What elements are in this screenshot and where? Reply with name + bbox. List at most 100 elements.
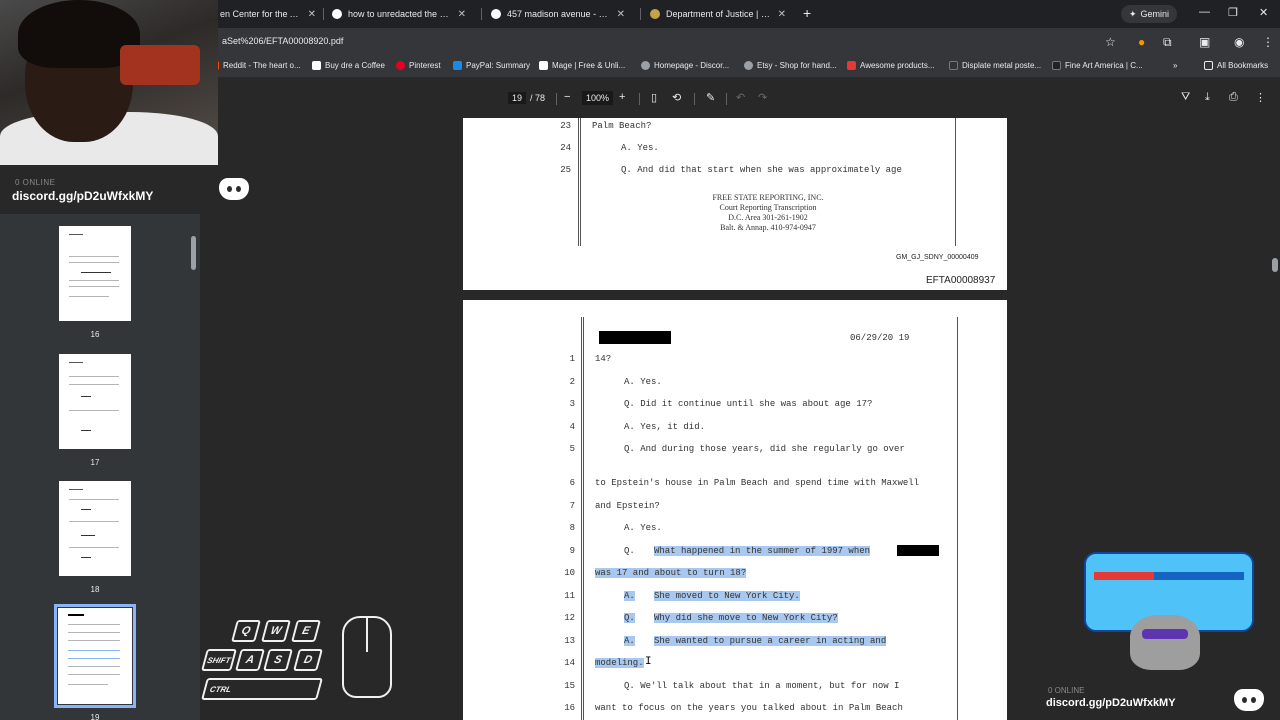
line-number: 1 [569, 354, 575, 364]
minimize-icon[interactable]: — [1199, 6, 1210, 18]
rotate-icon[interactable]: ⟲ [672, 91, 681, 104]
key-s: S [263, 649, 293, 671]
bookmark-pinterest[interactable]: Pinterest [396, 61, 441, 70]
close-icon[interactable]: ✕ [308, 9, 316, 20]
url-text[interactable]: aSet%206/EFTA00008920.pdf [222, 36, 343, 46]
bookmark-discord[interactable]: Homepage - Discor... [641, 61, 729, 70]
divider [726, 93, 727, 105]
gj-stamp: GM_GJ_SDNY_00000409 [896, 254, 979, 261]
close-icon[interactable]: ✕ [458, 9, 466, 20]
transcript-line: A. Yes. [624, 377, 662, 387]
selected-text[interactable]: was 17 and about to turn 18? [595, 568, 747, 578]
document-scrollbar[interactable] [1270, 118, 1280, 720]
selected-text[interactable]: What happened in the summer of 1997 when [654, 546, 871, 556]
bookmark-label: Displate metal poste... [962, 61, 1042, 70]
thumbnail-sidebar: 16 17 18 19 [0, 214, 200, 720]
globe-icon [641, 61, 650, 70]
line-number: 4 [569, 422, 575, 432]
tab-4[interactable]: Department of Justice | Page no ✕ [642, 4, 794, 24]
mouse-overlay-icon [342, 616, 392, 698]
annotate-icon[interactable]: ✎ [706, 91, 715, 104]
line-number: 9 [569, 546, 575, 556]
line-number: 11 [564, 591, 575, 601]
page-thumbnail-selected[interactable] [54, 604, 136, 708]
bookmark-label: Homepage - Discor... [654, 61, 730, 70]
selected-text[interactable]: Why did she move to New York City? [654, 613, 838, 623]
selected-text[interactable]: She moved to New York City. [654, 591, 800, 601]
all-bookmarks[interactable]: All Bookmarks [1204, 61, 1268, 70]
page-input[interactable]: 19 [508, 92, 527, 104]
close-icon[interactable]: ✕ [617, 9, 625, 20]
q-prefix: Q. [624, 613, 635, 623]
chevron-right-icon[interactable]: » [1173, 61, 1177, 70]
puzzle-icon[interactable]: ⧉ [1163, 35, 1172, 50]
tab-2[interactable]: how to unredacted the epstien ✕ [324, 4, 474, 24]
new-tab-icon[interactable]: + [803, 5, 811, 21]
sidebar-scrollbar[interactable] [190, 224, 198, 714]
extension-icon[interactable]: ● [1138, 35, 1145, 49]
key-shift: SHIFT [201, 649, 237, 671]
save-drive-icon[interactable]: ⛛ [1181, 91, 1190, 104]
discord-overlay: 0 ONLINE discord.gg/pD2uWfxkMY [0, 165, 258, 213]
pinterest-icon [396, 61, 405, 70]
bookmark-reddit[interactable]: Reddit - The heart o... [210, 61, 301, 70]
close-icon[interactable]: ✕ [778, 9, 786, 20]
sidepanel-icon[interactable]: ▣ [1199, 35, 1210, 49]
gemini-button[interactable]: ✦ Gemini [1121, 5, 1177, 23]
bookmark-paypal[interactable]: PayPal: Summary [453, 61, 530, 70]
redo-icon[interactable]: ↷ [758, 91, 767, 104]
bookmark-etsy[interactable]: Etsy - Shop for hand... [744, 61, 837, 70]
bookmark-awesome[interactable]: Awesome products... [847, 61, 935, 70]
key-a: A [235, 649, 265, 671]
bookmark-displate[interactable]: Displate metal poste... [949, 61, 1041, 70]
more-options-icon[interactable]: ⋮ [1255, 91, 1266, 104]
menu-icon[interactable]: ⋮ [1262, 35, 1274, 49]
tab-3[interactable]: 457 madison avenue - Google S ✕ [483, 4, 633, 24]
bookmark-label: All Bookmarks [1217, 61, 1269, 70]
globe-icon [744, 61, 753, 70]
profile-icon[interactable]: ◉ [1234, 35, 1244, 49]
tab-1[interactable]: en Center for the Arts ✕ [212, 4, 324, 24]
discord-icon [219, 178, 249, 200]
star-icon[interactable]: ☆ [1105, 35, 1116, 49]
page-thumbnail[interactable] [59, 226, 131, 321]
restore-icon[interactable]: ❐ [1228, 6, 1238, 19]
thumbnail-label: 17 [90, 458, 100, 467]
page-thumbnail[interactable] [59, 354, 131, 449]
fit-page-icon[interactable]: ▯ [651, 91, 657, 104]
document-scroll-thumb[interactable] [1272, 258, 1278, 272]
download-icon[interactable]: ⤓ [1205, 91, 1210, 104]
discord-link: discord.gg/pD2uWfxkMY [1046, 697, 1176, 709]
zoom-input[interactable]: 100% [582, 91, 614, 105]
bookmark-label: Buy dre a Coffee [325, 61, 385, 70]
footer-line: FREE STATE REPORTING, INC. [712, 193, 824, 202]
selected-text[interactable]: modeling. [595, 658, 644, 668]
page-thumbnail[interactable] [59, 481, 131, 576]
footer-line: Balt. & Annap. 410-974-0947 [720, 223, 816, 232]
close-window-icon[interactable]: ✕ [1259, 6, 1268, 19]
key-w: W [261, 620, 291, 642]
sidebar-scroll-thumb[interactable] [191, 236, 196, 270]
key-ctrl: CTRL [201, 678, 323, 700]
tab-title: how to unredacted the epstien [348, 9, 452, 19]
tab-divider [481, 8, 482, 20]
tab-title: en Center for the Arts [220, 9, 302, 19]
awesome-icon [847, 61, 856, 70]
undo-icon[interactable]: ↶ [736, 91, 745, 104]
print-icon[interactable]: ⎙ [1229, 91, 1238, 104]
zoom-out-icon[interactable]: − [564, 91, 570, 103]
zoom-in-icon[interactable]: + [619, 91, 625, 103]
bookmark-mage[interactable]: Mage | Free & Unli... [539, 61, 625, 70]
paypal-icon [453, 61, 462, 70]
online-count: 0 ONLINE [1048, 686, 1085, 695]
mage-icon [539, 61, 548, 70]
tab-title: Department of Justice | Page no [666, 9, 772, 19]
bookmark-coffee[interactable]: Buy dre a Coffee [312, 61, 385, 70]
bookmark-label: Awesome products... [860, 61, 935, 70]
line-number: 10 [564, 568, 575, 578]
selected-text[interactable]: She wanted to pursue a career in acting … [654, 636, 887, 646]
webcam-overlay [0, 0, 218, 165]
bookmark-fineart[interactable]: Fine Art America | C... [1052, 61, 1143, 70]
pdf-page-current: 06/29/20 19 1 14? 2 A. Yes. 3 Q. Did it … [463, 300, 1007, 720]
transcript-line: Palm Beach? [592, 121, 652, 131]
